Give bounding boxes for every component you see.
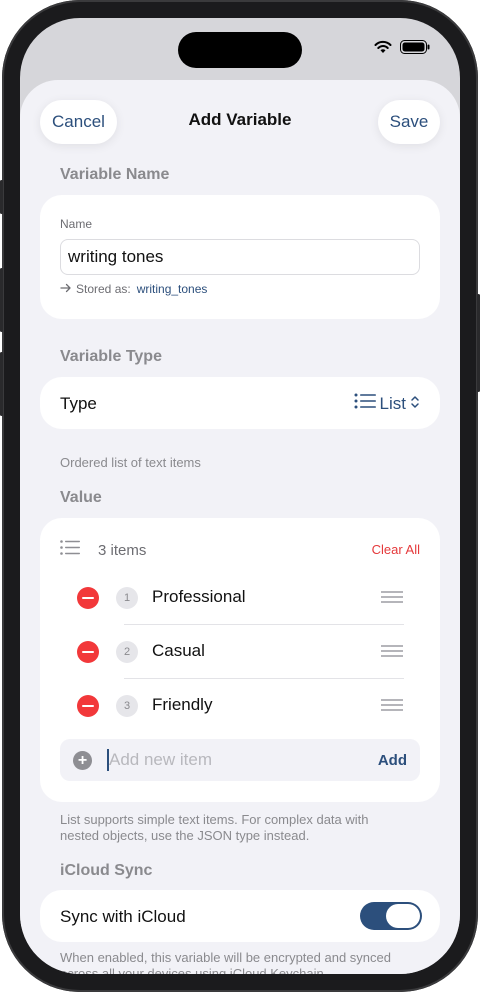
- type-picker[interactable]: List: [354, 393, 420, 414]
- minus-circle-icon[interactable]: [77, 587, 99, 609]
- wifi-icon: [374, 40, 392, 59]
- icloud-caption: When enabled, this variable will be encr…: [60, 950, 391, 974]
- add-item-button[interactable]: Add: [378, 752, 407, 769]
- item-label: Professional: [152, 587, 246, 606]
- stored-as-row: Stored as: writing_tones: [60, 282, 207, 296]
- item-label: Casual: [152, 641, 205, 660]
- list-icon: [60, 540, 80, 560]
- type-value: List: [379, 393, 406, 413]
- volume-up-button: [0, 268, 3, 332]
- section-title-variable-type: Variable Type: [60, 348, 162, 365]
- icloud-sync-label: Sync with iCloud: [60, 907, 186, 926]
- add-item-input[interactable]: Add new item: [109, 750, 212, 770]
- drag-handle-icon[interactable]: [381, 645, 403, 660]
- clear-all-button[interactable]: Clear All: [372, 542, 420, 557]
- value-card: 3 items Clear All 1 Professional 2 Casua…: [40, 518, 440, 802]
- value-caption: List supports simple text items. For com…: [60, 812, 369, 844]
- plus-circle-icon: +: [73, 751, 92, 770]
- drag-handle-icon[interactable]: [381, 699, 403, 714]
- chevron-updown-icon: [410, 394, 420, 414]
- volume-down-button: [0, 352, 3, 416]
- section-title-value: Value: [60, 489, 102, 506]
- add-item-row: + Add new item Add: [60, 739, 420, 781]
- section-title-variable-name: Variable Name: [60, 166, 170, 183]
- icloud-sync-toggle[interactable]: [360, 902, 422, 930]
- value-caption-line1: List supports simple text items. For com…: [60, 812, 369, 827]
- list-icon: [354, 393, 376, 414]
- icloud-caption-line2: across all your devices using iCloud Key…: [60, 966, 328, 974]
- nav-bar: Cancel Add Variable Save: [20, 80, 460, 164]
- drag-handle-icon[interactable]: [381, 591, 403, 606]
- battery-icon: [400, 40, 430, 59]
- minus-circle-icon[interactable]: [77, 641, 99, 663]
- stored-as-label: Stored as:: [76, 282, 131, 296]
- stored-as-value: writing_tones: [136, 282, 208, 296]
- item-label: Friendly: [152, 695, 213, 714]
- type-row[interactable]: Type List: [40, 377, 440, 429]
- items-header: 3 items: [60, 540, 146, 560]
- section-title-icloud: iCloud Sync: [60, 862, 153, 879]
- type-caption: Ordered list of text items: [60, 455, 201, 470]
- minus-circle-icon[interactable]: [77, 695, 99, 717]
- variable-name-card: Name writing tones Stored as: writing_to…: [40, 195, 440, 319]
- status-bar: [374, 40, 430, 59]
- icloud-caption-line1: When enabled, this variable will be encr…: [60, 950, 391, 965]
- items-count: 3 items: [98, 541, 147, 559]
- side-button: [0, 180, 3, 214]
- item-index: 1: [116, 587, 138, 609]
- list-item: 2 Casual: [40, 624, 440, 678]
- icloud-sync-row: Sync with iCloud: [40, 890, 440, 942]
- value-caption-line2: nested objects, use the JSON type instea…: [60, 828, 310, 843]
- arrow-right-icon: [60, 282, 72, 296]
- item-index: 2: [116, 641, 138, 663]
- dynamic-island: [178, 32, 302, 68]
- list-item: 3 Friendly: [40, 678, 440, 732]
- save-button[interactable]: Save: [378, 100, 440, 144]
- name-field-label: Name: [60, 217, 93, 231]
- type-label: Type: [60, 394, 97, 413]
- name-input[interactable]: writing tones: [60, 239, 420, 275]
- item-index: 3: [116, 695, 138, 717]
- add-variable-sheet: Cancel Add Variable Save Variable Name N…: [20, 80, 460, 974]
- screen: Cancel Add Variable Save Variable Name N…: [20, 18, 460, 974]
- list-item: 1 Professional: [40, 570, 440, 624]
